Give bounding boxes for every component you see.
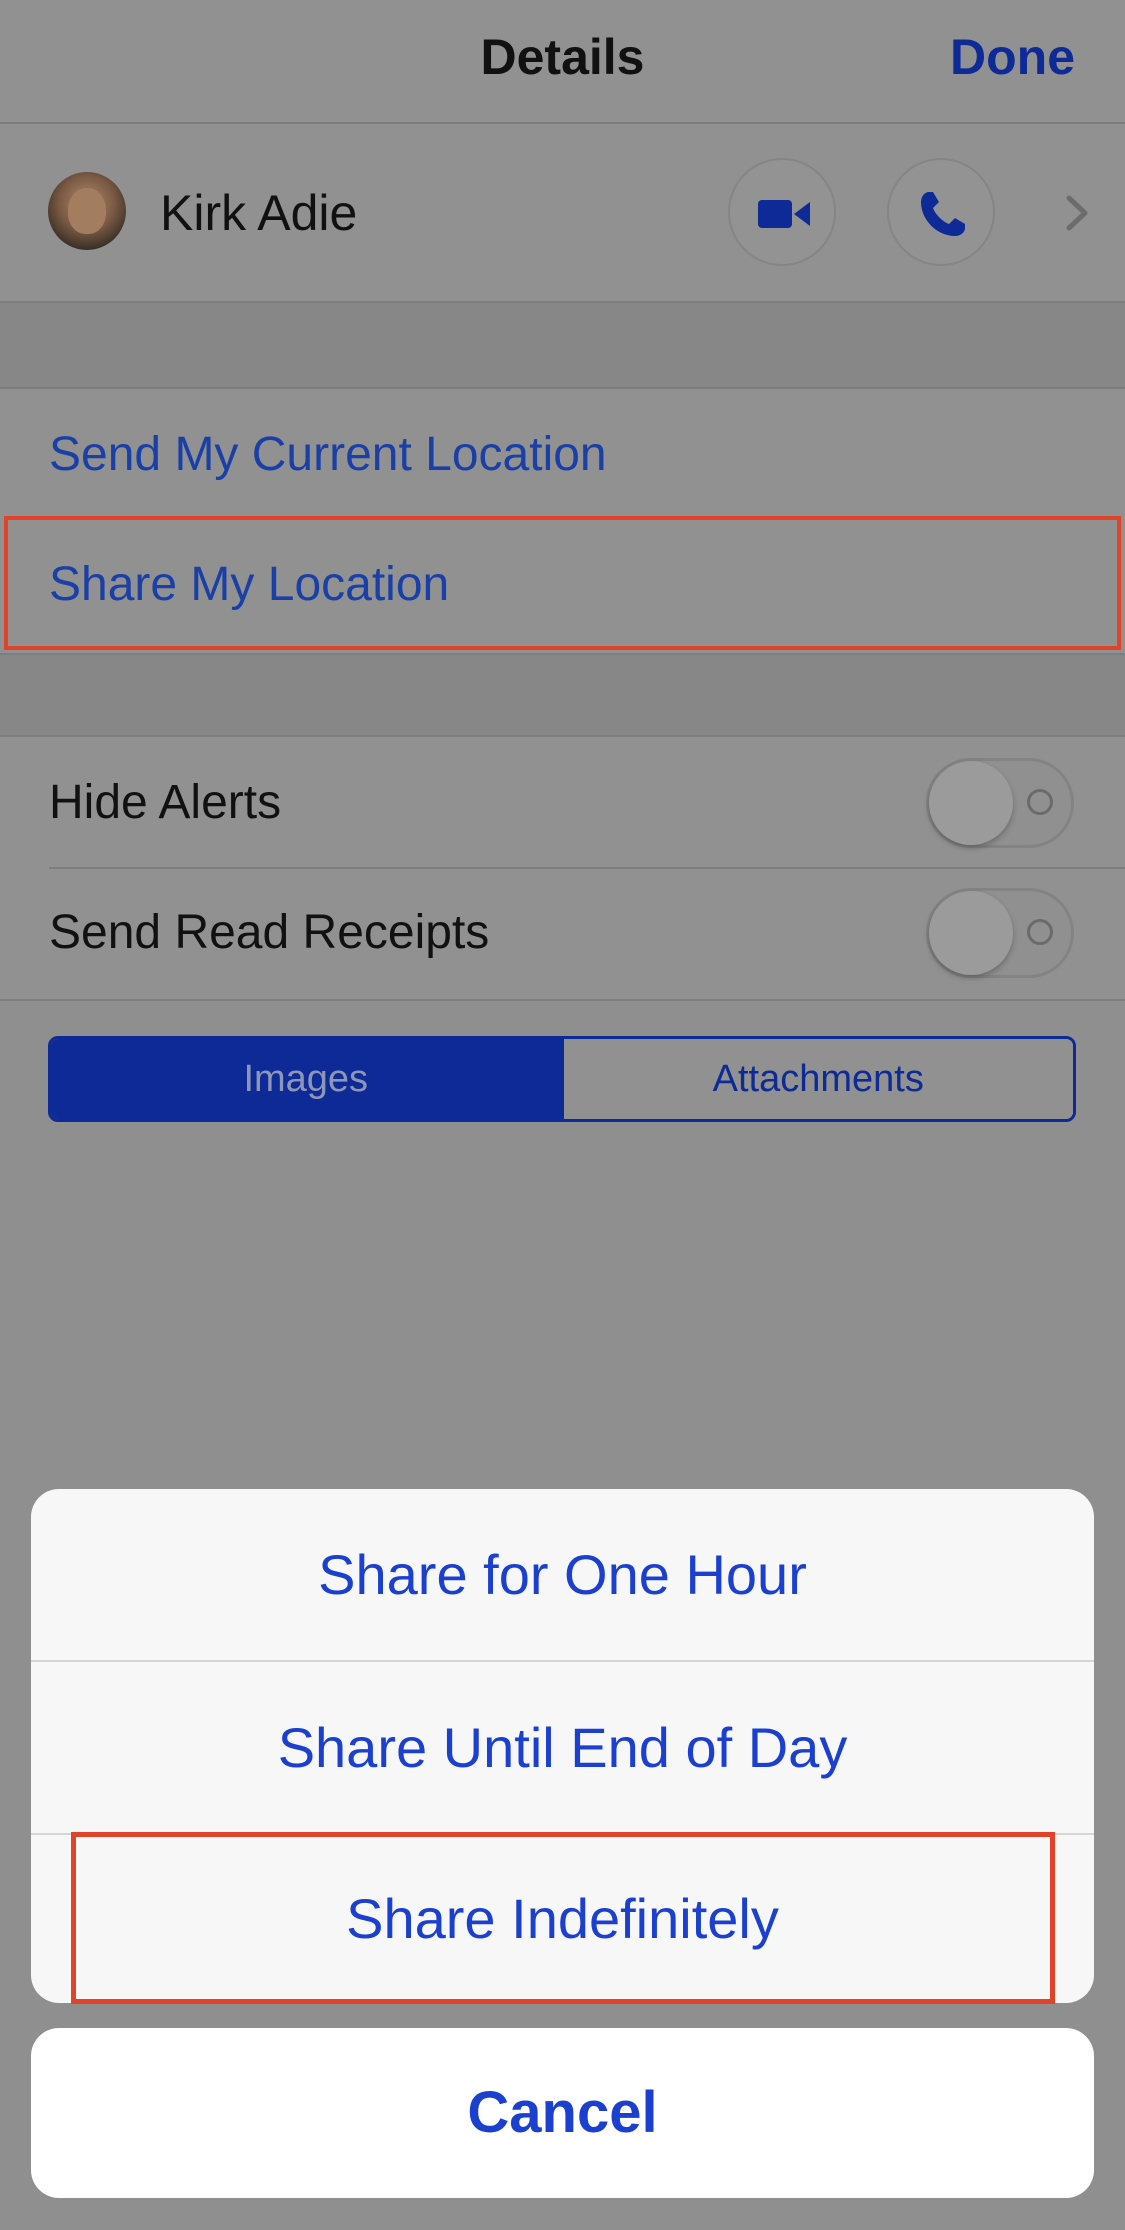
segment-attachments[interactable]: Attachments — [560, 1039, 1073, 1119]
off-indicator-icon — [1027, 919, 1053, 945]
off-indicator-icon — [1027, 789, 1053, 815]
phone-icon — [921, 192, 965, 236]
avatar-face — [68, 188, 106, 234]
facetime-video-button[interactable] — [728, 158, 836, 266]
send-current-location-button[interactable]: Send My Current Location — [49, 427, 607, 482]
navigation-bar: Details Done — [0, 0, 1125, 124]
divider — [49, 867, 1125, 869]
highlight-box — [71, 1832, 1055, 2004]
location-section: Send My Current Location Share My Locati… — [0, 389, 1125, 655]
settings-section: Hide Alerts Send Read Receipts — [0, 737, 1125, 1001]
share-until-end-of-day-option[interactable]: Share Until End of Day — [31, 1662, 1094, 1835]
chevron-right-icon[interactable] — [1057, 188, 1097, 238]
cancel-button[interactable]: Cancel — [31, 2028, 1094, 2198]
media-segmented-control: Images Attachments — [48, 1036, 1076, 1122]
toggle-knob — [929, 891, 1013, 975]
send-read-receipts-label: Send Read Receipts — [49, 906, 490, 959]
audio-call-button[interactable] — [887, 158, 995, 266]
share-one-hour-option[interactable]: Share for One Hour — [31, 1489, 1094, 1662]
send-read-receipts-toggle[interactable] — [926, 888, 1074, 978]
avatar — [48, 172, 126, 250]
section-spacer — [0, 655, 1125, 737]
contact-row[interactable]: Kirk Adie — [0, 124, 1125, 303]
section-spacer — [0, 303, 1125, 389]
contact-name: Kirk Adie — [160, 185, 358, 241]
hide-alerts-label: Hide Alerts — [49, 776, 282, 829]
hide-alerts-toggle[interactable] — [926, 758, 1074, 848]
segment-images[interactable]: Images — [51, 1039, 561, 1119]
toggle-knob — [929, 761, 1013, 845]
video-camera-icon — [758, 200, 810, 228]
highlight-box — [4, 516, 1121, 650]
done-button[interactable]: Done — [950, 28, 1075, 86]
